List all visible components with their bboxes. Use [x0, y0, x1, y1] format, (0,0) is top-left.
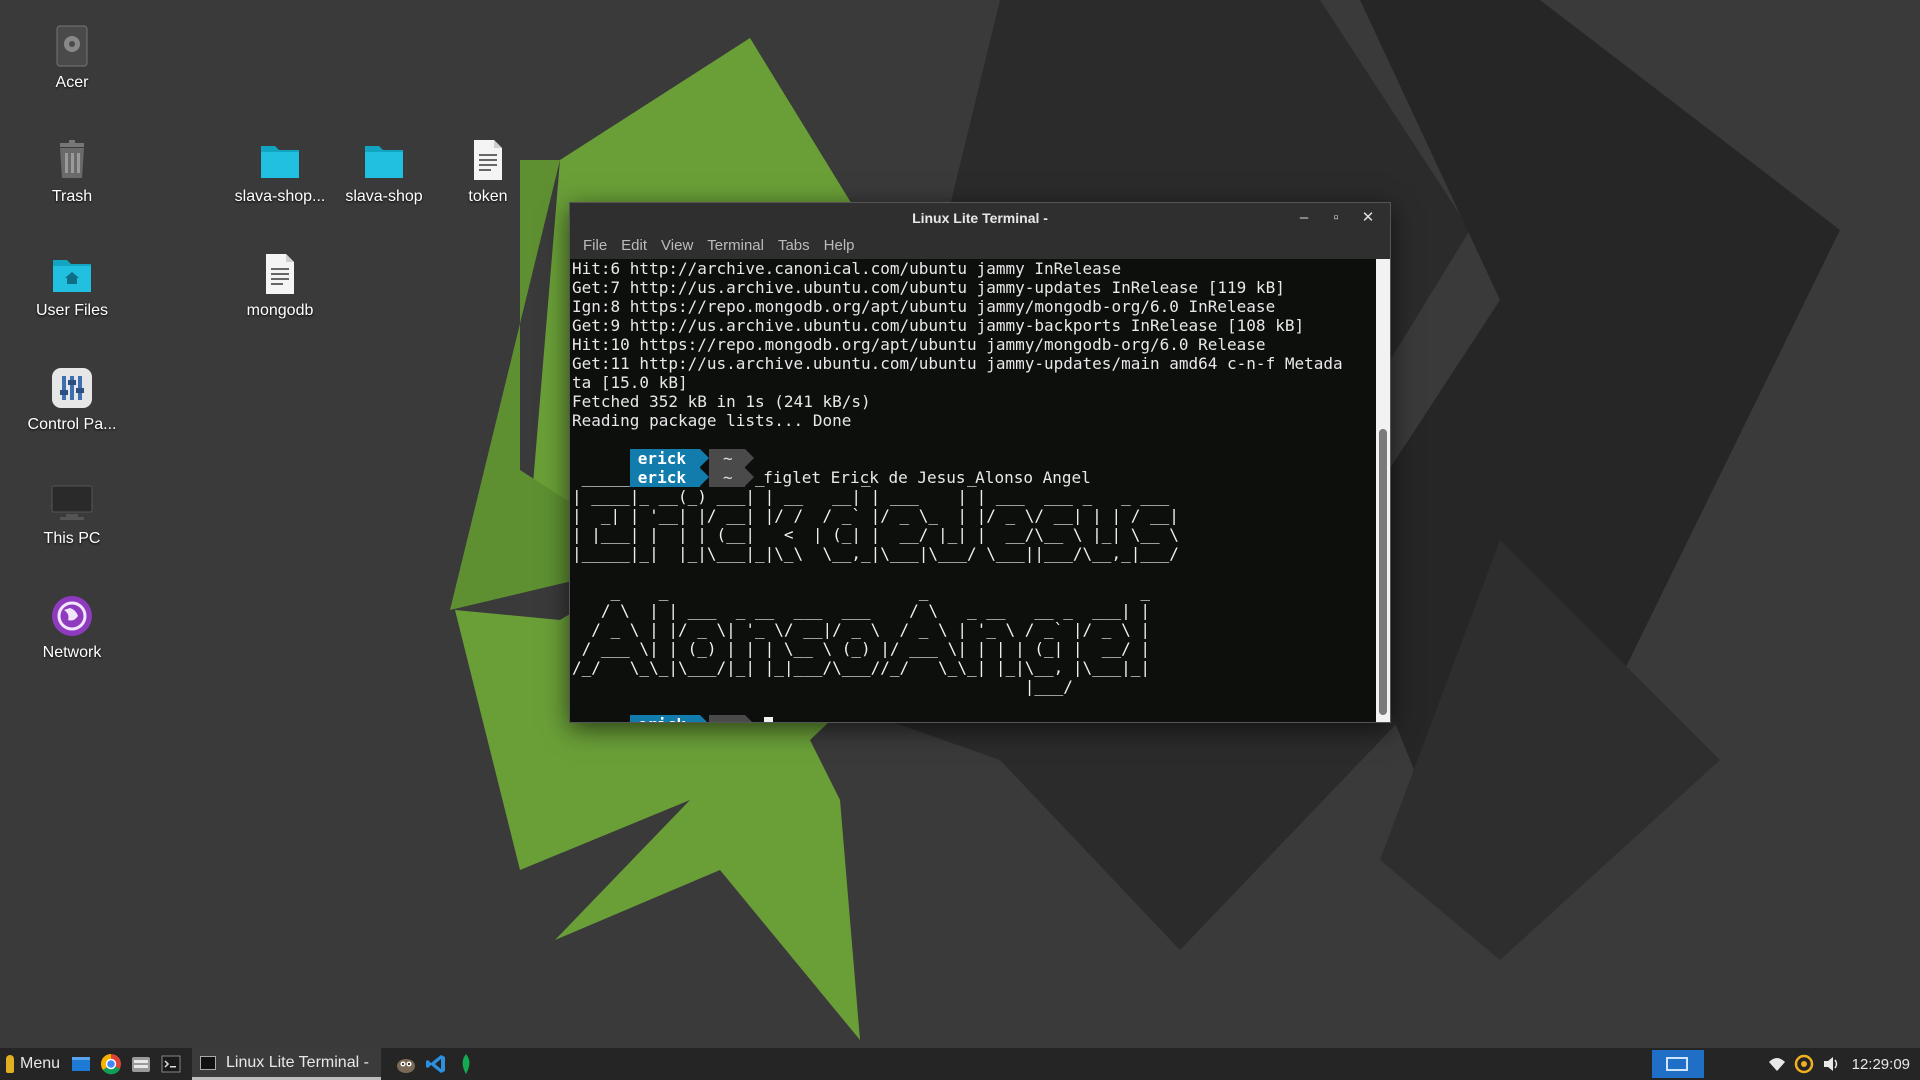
desktop-icon-folder-slava-shop-1[interactable]: slava-shop...: [225, 138, 335, 206]
prompt-dir: ~: [708, 715, 745, 722]
menu-terminal[interactable]: Terminal: [700, 233, 771, 259]
terminal-scrollbar[interactable]: [1376, 259, 1390, 722]
desktop-icon-label: This PC: [43, 530, 101, 547]
menu-help[interactable]: Help: [817, 233, 862, 259]
home-folder-icon: [50, 252, 94, 296]
control-panel-icon: [50, 366, 94, 410]
menu-button[interactable]: Menu: [0, 1048, 60, 1080]
taskbar: Menu Linux Lite Terminal - 12:29:09: [0, 1048, 1920, 1080]
update-notifier-icon[interactable]: [1794, 1053, 1814, 1075]
desktop-icon-label: User Files: [35, 302, 108, 319]
workspace-switcher[interactable]: [1651, 1050, 1704, 1078]
terminal-menubar: File Edit View Terminal Tabs Help: [570, 233, 1390, 259]
drive-icon: [50, 24, 94, 68]
maximize-button[interactable]: ▫: [1320, 203, 1352, 233]
desktop-icon-folder-slava-shop-2[interactable]: slava-shop: [329, 138, 439, 206]
taskbar-task-terminal[interactable]: Linux Lite Terminal -: [192, 1048, 381, 1080]
text-file-icon: [466, 138, 510, 182]
menu-view[interactable]: View: [654, 233, 700, 259]
prompt-user: erick: [629, 449, 700, 468]
menu-edit[interactable]: Edit: [614, 233, 654, 259]
show-desktop-icon[interactable]: [70, 1053, 92, 1075]
mongodb-compass-icon[interactable]: [455, 1053, 477, 1075]
volume-icon[interactable]: [1822, 1053, 1840, 1075]
desktop-icon-label: slava-shop: [345, 188, 423, 205]
menu-label: Menu: [20, 1055, 61, 1072]
desktop-icon-label: slava-shop...: [234, 188, 326, 205]
network-icon: [50, 594, 94, 638]
prompt-dir: ~: [708, 449, 745, 468]
clock[interactable]: 12:29:09: [1844, 1056, 1920, 1073]
terminal-window[interactable]: Linux Lite Terminal - – ▫ ✕ File Edit Vi…: [569, 202, 1391, 723]
desktop-icon-label: Acer: [55, 74, 89, 91]
prompt-user: erick: [629, 468, 700, 487]
output-line: Ign:8 https://repo.mongodb.org/apt/ubunt…: [572, 297, 1276, 316]
terminal-output[interactable]: Hit:6 http://archive.canonical.com/ubunt…: [570, 259, 1374, 722]
output-line: Get:7 http://us.archive.ubuntu.com/ubunt…: [572, 278, 1285, 297]
text-file-icon: [258, 252, 302, 296]
output-line: Hit:6 http://archive.canonical.com/ubunt…: [572, 259, 1122, 278]
desktop-icon-label: Control Pa...: [27, 416, 117, 433]
output-line: Hit:10 https://repo.mongodb.org/apt/ubun…: [572, 335, 1266, 354]
window-title: Linux Lite Terminal -: [912, 210, 1048, 226]
terminal-task-icon: [200, 1055, 217, 1070]
minimize-button[interactable]: –: [1288, 203, 1320, 233]
output-line: Get:9 http://us.archive.ubuntu.com/ubunt…: [572, 316, 1305, 335]
desktop-icon-label: token: [468, 188, 508, 205]
output-line: Get:11 http://us.archive.ubuntu.com/ubun…: [572, 354, 1343, 373]
output-line: Reading package lists... Done: [572, 411, 852, 430]
desktop-icon-trash[interactable]: Trash: [17, 138, 127, 206]
chrome-icon[interactable]: [100, 1053, 122, 1075]
window-titlebar[interactable]: Linux Lite Terminal - – ▫ ✕: [570, 203, 1390, 233]
desktop-icon-acer[interactable]: Acer: [17, 24, 127, 92]
close-button[interactable]: ✕: [1352, 203, 1384, 233]
prompt-user: erick: [629, 715, 700, 722]
linux-lite-feather-icon: [6, 1055, 14, 1073]
desktop-icon-label: mongodb: [246, 302, 314, 319]
task-label: Linux Lite Terminal -: [226, 1053, 369, 1071]
desktop-icon-control-panel[interactable]: Control Pa...: [17, 366, 127, 434]
desktop-icon-user-files[interactable]: User Files: [17, 252, 127, 320]
output-line: Fetched 352 kB in 1s (241 kB/s): [572, 392, 871, 411]
menu-file[interactable]: File: [576, 233, 614, 259]
folder-icon: [258, 138, 302, 182]
prompt-line-active: erick ~: [572, 696, 1374, 722]
menu-tabs[interactable]: Tabs: [771, 233, 817, 259]
folder-icon: [362, 138, 406, 182]
scrollbar-thumb[interactable]: [1379, 429, 1387, 715]
terminal-launcher-icon[interactable]: [160, 1053, 182, 1075]
figlet-output: _____ _ _ _ _ | ____|_ __(_) ___| | __ _…: [572, 468, 1179, 696]
prompt-line: erick ~: [572, 430, 1374, 468]
desktop-icon-this-pc[interactable]: This PC: [17, 480, 127, 548]
computer-icon: [50, 480, 94, 524]
text-cursor: [763, 717, 773, 722]
trash-icon: [50, 138, 94, 182]
desktop-icon-file-mongodb[interactable]: mongodb: [225, 252, 335, 320]
system-tray: 12:29:09: [1651, 1048, 1920, 1080]
desktop-icon-network[interactable]: Network: [17, 594, 127, 662]
desktop-icon-label: Network: [42, 644, 102, 661]
vscode-icon[interactable]: [425, 1053, 447, 1075]
wifi-icon[interactable]: [1768, 1053, 1786, 1075]
desktop-icon-label: Trash: [51, 188, 93, 205]
gimp-icon[interactable]: [395, 1053, 417, 1075]
desktop-icon-file-token[interactable]: token: [433, 138, 543, 206]
file-manager-icon[interactable]: [130, 1053, 152, 1075]
output-line: ta [15.0 kB]: [572, 373, 688, 392]
